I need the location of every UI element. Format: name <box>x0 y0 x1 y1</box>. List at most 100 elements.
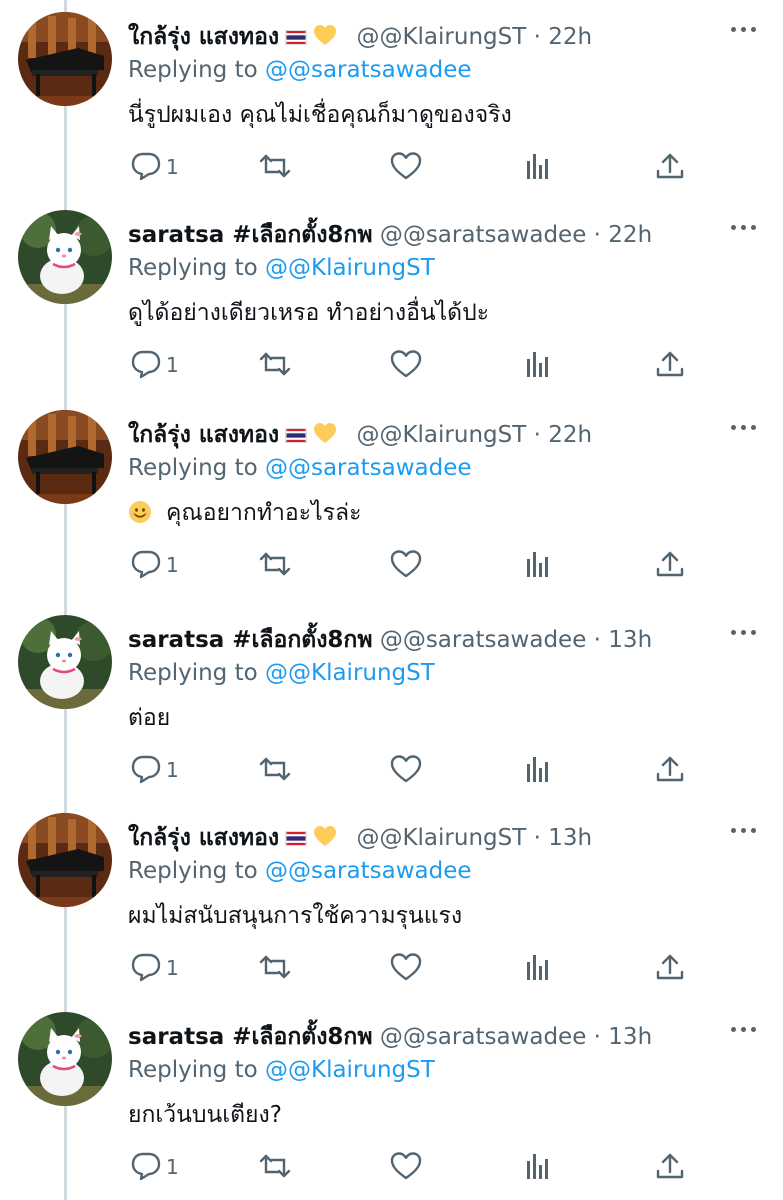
more-dots-icon[interactable] <box>729 212 759 242</box>
tweet[interactable]: saratsa #เลือกตั้ง8กพ @@saratsawadee · 2… <box>0 198 783 396</box>
user-handle[interactable]: @@KlairungST <box>356 24 526 50</box>
tweet[interactable]: ใกล้รุ่ง แสงทอง @@KlairungST · 13h Reply… <box>0 801 783 999</box>
reply-bubble-icon <box>131 550 161 579</box>
mention-link[interactable]: @@saratsawadee <box>265 57 472 83</box>
reply-button[interactable]: 1 <box>130 951 179 989</box>
share-button[interactable] <box>654 951 686 989</box>
share-button[interactable] <box>654 753 686 791</box>
tweet-text: คุณอยากทำอะไรล่ะ <box>166 500 362 526</box>
tweet-text: นี่รูปผมเอง คุณไม่เชื่อคุณก็มาดูของจริง <box>128 102 512 128</box>
retweet-button[interactable] <box>258 548 292 586</box>
timestamp[interactable]: 13h <box>608 627 652 653</box>
timestamp[interactable]: 13h <box>608 1024 652 1050</box>
mention-link[interactable]: @@saratsawadee <box>265 455 472 481</box>
mention-link[interactable]: @@KlairungST <box>265 660 435 686</box>
share-upload-icon <box>656 551 684 577</box>
views-button[interactable] <box>522 150 554 188</box>
reply-button[interactable]: 1 <box>130 348 179 386</box>
more-dots-icon[interactable] <box>729 14 759 44</box>
avatar[interactable] <box>18 813 112 907</box>
smiling-face-icon <box>129 501 151 523</box>
display-name[interactable]: ใกล้รุ่ง แสงทอง <box>128 24 279 50</box>
like-button[interactable] <box>390 348 422 386</box>
reply-button[interactable]: 1 <box>130 150 179 188</box>
tweet[interactable]: saratsa #เลือกตั้ง8กพ @@saratsawadee · 1… <box>0 603 783 801</box>
like-button[interactable] <box>390 753 422 791</box>
retweet-button[interactable] <box>258 150 292 188</box>
reply-count: 1 <box>166 155 179 179</box>
mention-link[interactable]: @@KlairungST <box>265 255 435 281</box>
thailand-flag-icon <box>285 831 308 846</box>
reply-bubble-icon <box>131 1152 161 1181</box>
timestamp[interactable]: 22h <box>548 24 592 50</box>
views-button[interactable] <box>522 1150 554 1188</box>
user-handle[interactable]: @@KlairungST <box>356 422 526 448</box>
views-button[interactable] <box>522 548 554 586</box>
share-button[interactable] <box>654 150 686 188</box>
retweet-button[interactable] <box>258 1150 292 1188</box>
views-button[interactable] <box>522 753 554 791</box>
retweet-button[interactable] <box>258 348 292 386</box>
share-button[interactable] <box>654 1150 686 1188</box>
user-handle[interactable]: @@KlairungST <box>356 825 526 851</box>
separator-dot: · <box>533 24 541 50</box>
tweet-actions: 1 <box>130 548 690 586</box>
timestamp[interactable]: 22h <box>548 422 592 448</box>
more-dots-icon[interactable] <box>729 412 759 442</box>
mention-link[interactable]: @@saratsawadee <box>265 858 472 884</box>
tweet[interactable]: ใกล้รุ่ง แสงทอง @@KlairungST · 22h Reply… <box>0 0 783 198</box>
more-dots-icon[interactable] <box>729 1014 759 1044</box>
avatar[interactable] <box>18 1012 112 1106</box>
yellow-heart-icon <box>314 25 337 45</box>
mention-link[interactable]: @@KlairungST <box>265 1057 435 1083</box>
replying-prefix: Replying to <box>128 858 258 884</box>
like-button[interactable] <box>390 548 422 586</box>
display-name[interactable]: ใกล้รุ่ง แสงทอง <box>128 422 279 448</box>
display-name[interactable]: saratsa #เลือกตั้ง8กพ <box>128 1024 373 1050</box>
replying-prefix: Replying to <box>128 660 258 686</box>
timestamp[interactable]: 13h <box>548 825 592 851</box>
avatar[interactable] <box>18 210 112 304</box>
like-button[interactable] <box>390 150 422 188</box>
share-upload-icon <box>656 756 684 782</box>
replying-prefix: Replying to <box>128 57 258 83</box>
reply-button[interactable]: 1 <box>130 1150 179 1188</box>
reply-count: 1 <box>166 353 179 377</box>
heart-outline-icon <box>390 1152 422 1180</box>
reply-bubble-icon <box>131 152 161 181</box>
retweet-button[interactable] <box>258 951 292 989</box>
tweet-header: saratsa #เลือกตั้ง8กพ @@saratsawadee · 1… <box>128 1020 728 1054</box>
retweet-icon <box>259 1154 291 1178</box>
share-button[interactable] <box>654 348 686 386</box>
tweet[interactable]: ใกล้รุ่ง แสงทอง @@KlairungST · 22h Reply… <box>0 398 783 596</box>
display-name[interactable]: saratsa #เลือกตั้ง8กพ <box>128 222 373 248</box>
tweet[interactable]: saratsa #เลือกตั้ง8กพ @@saratsawadee · 1… <box>0 1000 783 1198</box>
replying-to-line: Replying to @@KlairungST <box>128 1053 435 1087</box>
views-button[interactable] <box>522 951 554 989</box>
like-button[interactable] <box>390 1150 422 1188</box>
tweet-text: ดูได้อย่างเดียวเหรอ ทำอย่างอื่นได้ปะ <box>128 300 490 326</box>
display-name[interactable]: ใกล้รุ่ง แสงทอง <box>128 825 279 851</box>
separator-dot: · <box>533 422 541 448</box>
avatar[interactable] <box>18 410 112 504</box>
retweet-icon <box>259 955 291 979</box>
views-button[interactable] <box>522 348 554 386</box>
like-button[interactable] <box>390 951 422 989</box>
views-bars-icon <box>527 955 548 980</box>
user-handle[interactable]: @@saratsawadee <box>380 222 587 248</box>
display-name[interactable]: saratsa #เลือกตั้ง8กพ <box>128 627 373 653</box>
share-upload-icon <box>656 954 684 980</box>
reply-bubble-icon <box>131 755 161 784</box>
more-dots-icon[interactable] <box>729 815 759 845</box>
reply-button[interactable]: 1 <box>130 548 179 586</box>
avatar[interactable] <box>18 615 112 709</box>
avatar[interactable] <box>18 12 112 106</box>
more-dots-icon[interactable] <box>729 617 759 647</box>
tweet-text: ผมไม่สนับสนุนการใช้ความรุนแรง <box>128 903 463 929</box>
user-handle[interactable]: @@saratsawadee <box>380 1024 587 1050</box>
reply-button[interactable]: 1 <box>130 753 179 791</box>
retweet-button[interactable] <box>258 753 292 791</box>
timestamp[interactable]: 22h <box>608 222 652 248</box>
user-handle[interactable]: @@saratsawadee <box>380 627 587 653</box>
share-button[interactable] <box>654 548 686 586</box>
